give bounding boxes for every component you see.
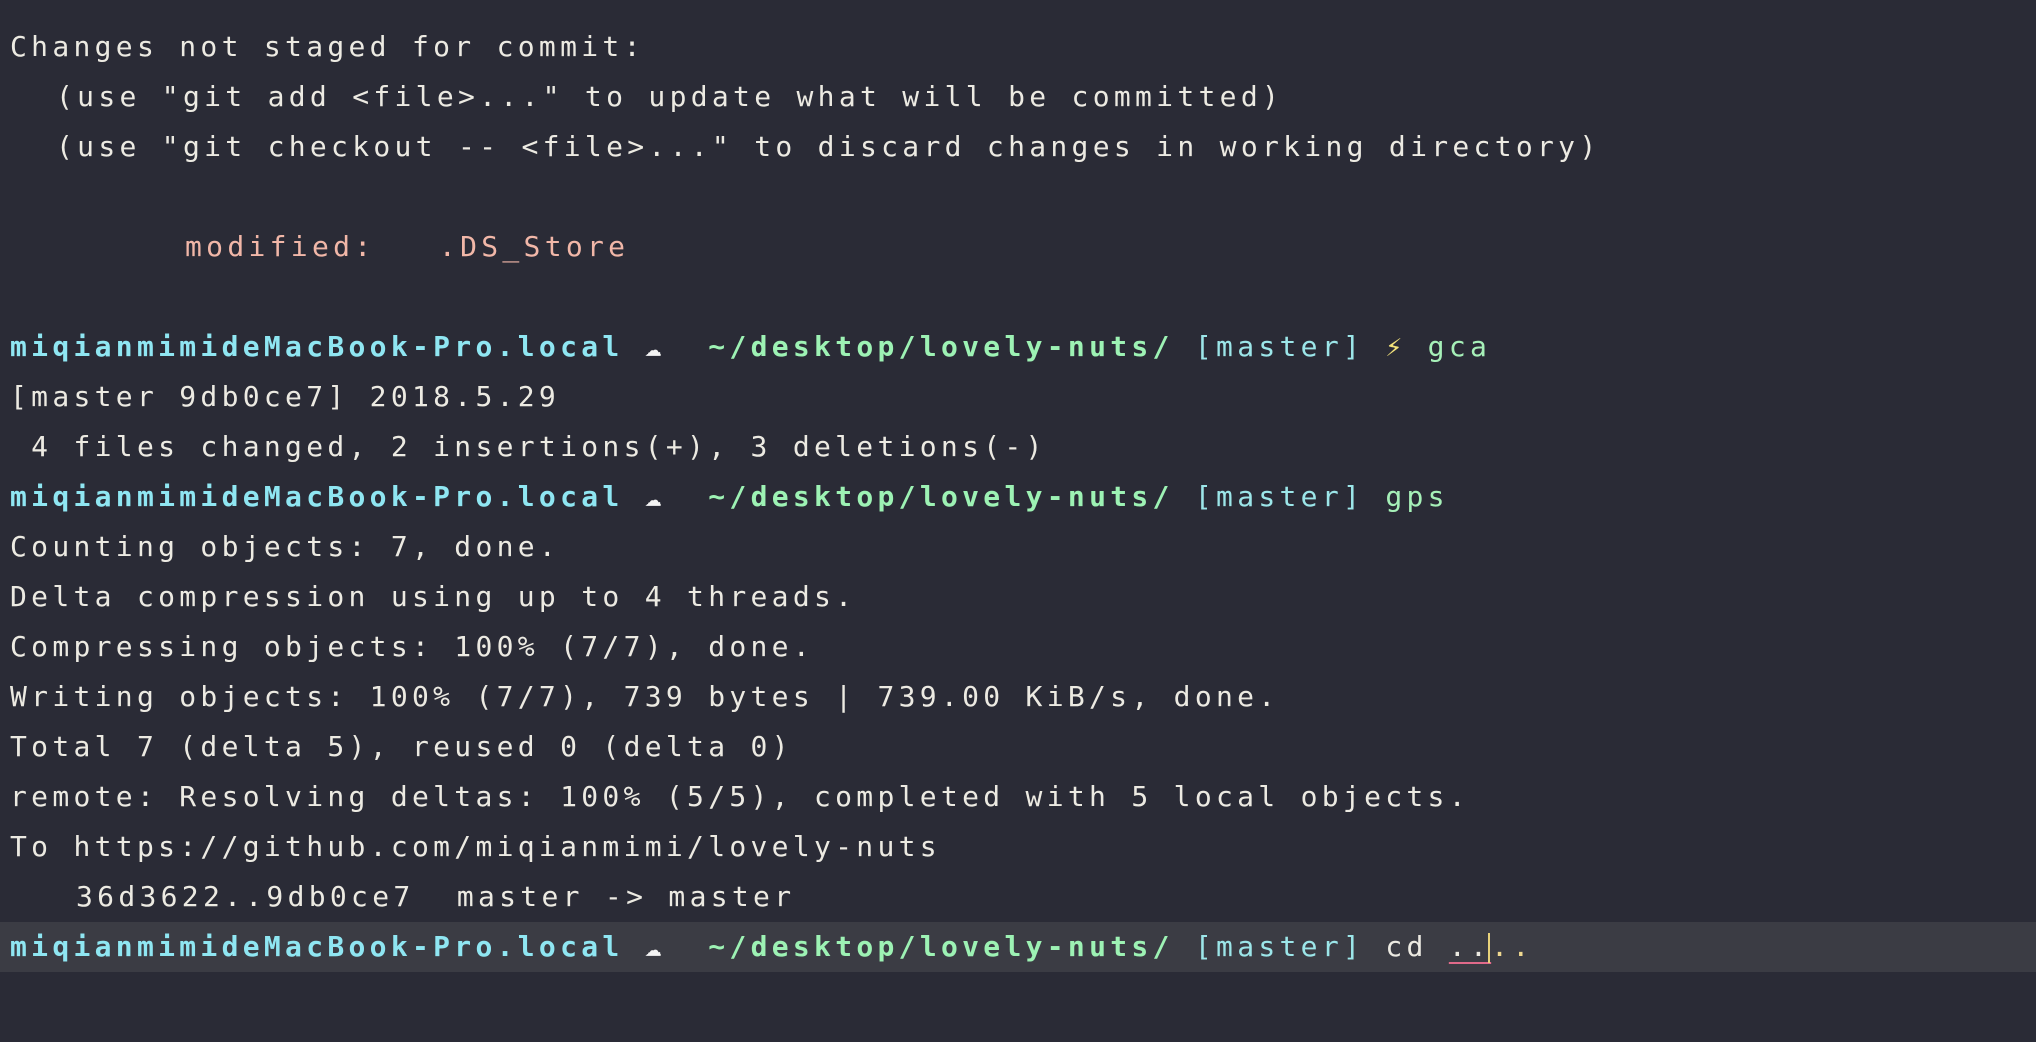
push-output-line: To https://github.com/miqianmimi/lovely-… [10, 830, 941, 863]
push-output-refs: 36d3622..9db0ce7 master -> master [76, 880, 796, 913]
prompt-path: ~/desktop/lovely-nuts/ [708, 930, 1174, 963]
prompt-host: miqianmimideMacBook-Pro.local [10, 480, 624, 513]
prompt-branch: [master] [1194, 330, 1365, 363]
modified-label: modified: [185, 230, 376, 263]
push-output-line: Writing objects: 100% (7/7), 739 bytes |… [10, 680, 1280, 713]
lightning-bolt-icon: ⚡ [1385, 330, 1407, 363]
prompt-host: miqianmimideMacBook-Pro.local [10, 930, 624, 963]
command-input[interactable]: cd .... [1385, 930, 1533, 963]
command-text: gps [1385, 480, 1449, 513]
status-hint-add: (use "git add <file>..." to update what … [56, 80, 1284, 113]
prompt-branch: [master] [1194, 930, 1365, 963]
cloud-icon: ☁ [644, 480, 666, 513]
commit-output-line: [master 9db0ce7] 2018.5.29 [10, 380, 561, 413]
cloud-icon: ☁ [644, 930, 666, 963]
status-hint-checkout: (use "git checkout -- <file>..." to disc… [56, 130, 1601, 163]
prompt-line-gca: miqianmimideMacBook-Pro.local ☁ ~/deskto… [10, 322, 2036, 372]
prompt-branch: [master] [1194, 480, 1365, 513]
modified-file: .DS_Store [438, 230, 630, 263]
autosuggestion-text: .. [1491, 930, 1534, 963]
prompt-path: ~/desktop/lovely-nuts/ [708, 330, 1174, 363]
cloud-icon: ☁ [644, 330, 666, 363]
commit-output-line: 4 files changed, 2 insertions(+), 3 dele… [10, 430, 1047, 463]
push-output-line: Counting objects: 7, done. [10, 530, 561, 563]
active-prompt-line[interactable]: miqianmimideMacBook-Pro.local ☁ ~/deskto… [0, 922, 2036, 972]
command-text: gca [1427, 330, 1492, 363]
command-text: cd [1385, 930, 1428, 963]
prompt-path: ~/desktop/lovely-nuts/ [708, 480, 1174, 513]
prompt-host: miqianmimideMacBook-Pro.local [10, 330, 624, 363]
status-header: Changes not staged for commit: [10, 30, 645, 63]
text-cursor [1488, 933, 1491, 963]
command-argument: .. [1448, 930, 1492, 963]
modified-entry: modified: .DS_Store [10, 222, 2036, 272]
prompt-line-gps: miqianmimideMacBook-Pro.local ☁ ~/deskto… [10, 472, 2036, 522]
push-output-line: Compressing objects: 100% (7/7), done. [10, 630, 814, 663]
push-output-line: Total 7 (delta 5), reused 0 (delta 0) [10, 730, 793, 763]
push-output-line: remote: Resolving deltas: 100% (5/5), co… [10, 780, 1470, 813]
push-output-line: Delta compression using up to 4 threads. [10, 580, 857, 613]
terminal-window[interactable]: Changes not staged for commit: (use "git… [0, 0, 2036, 1042]
